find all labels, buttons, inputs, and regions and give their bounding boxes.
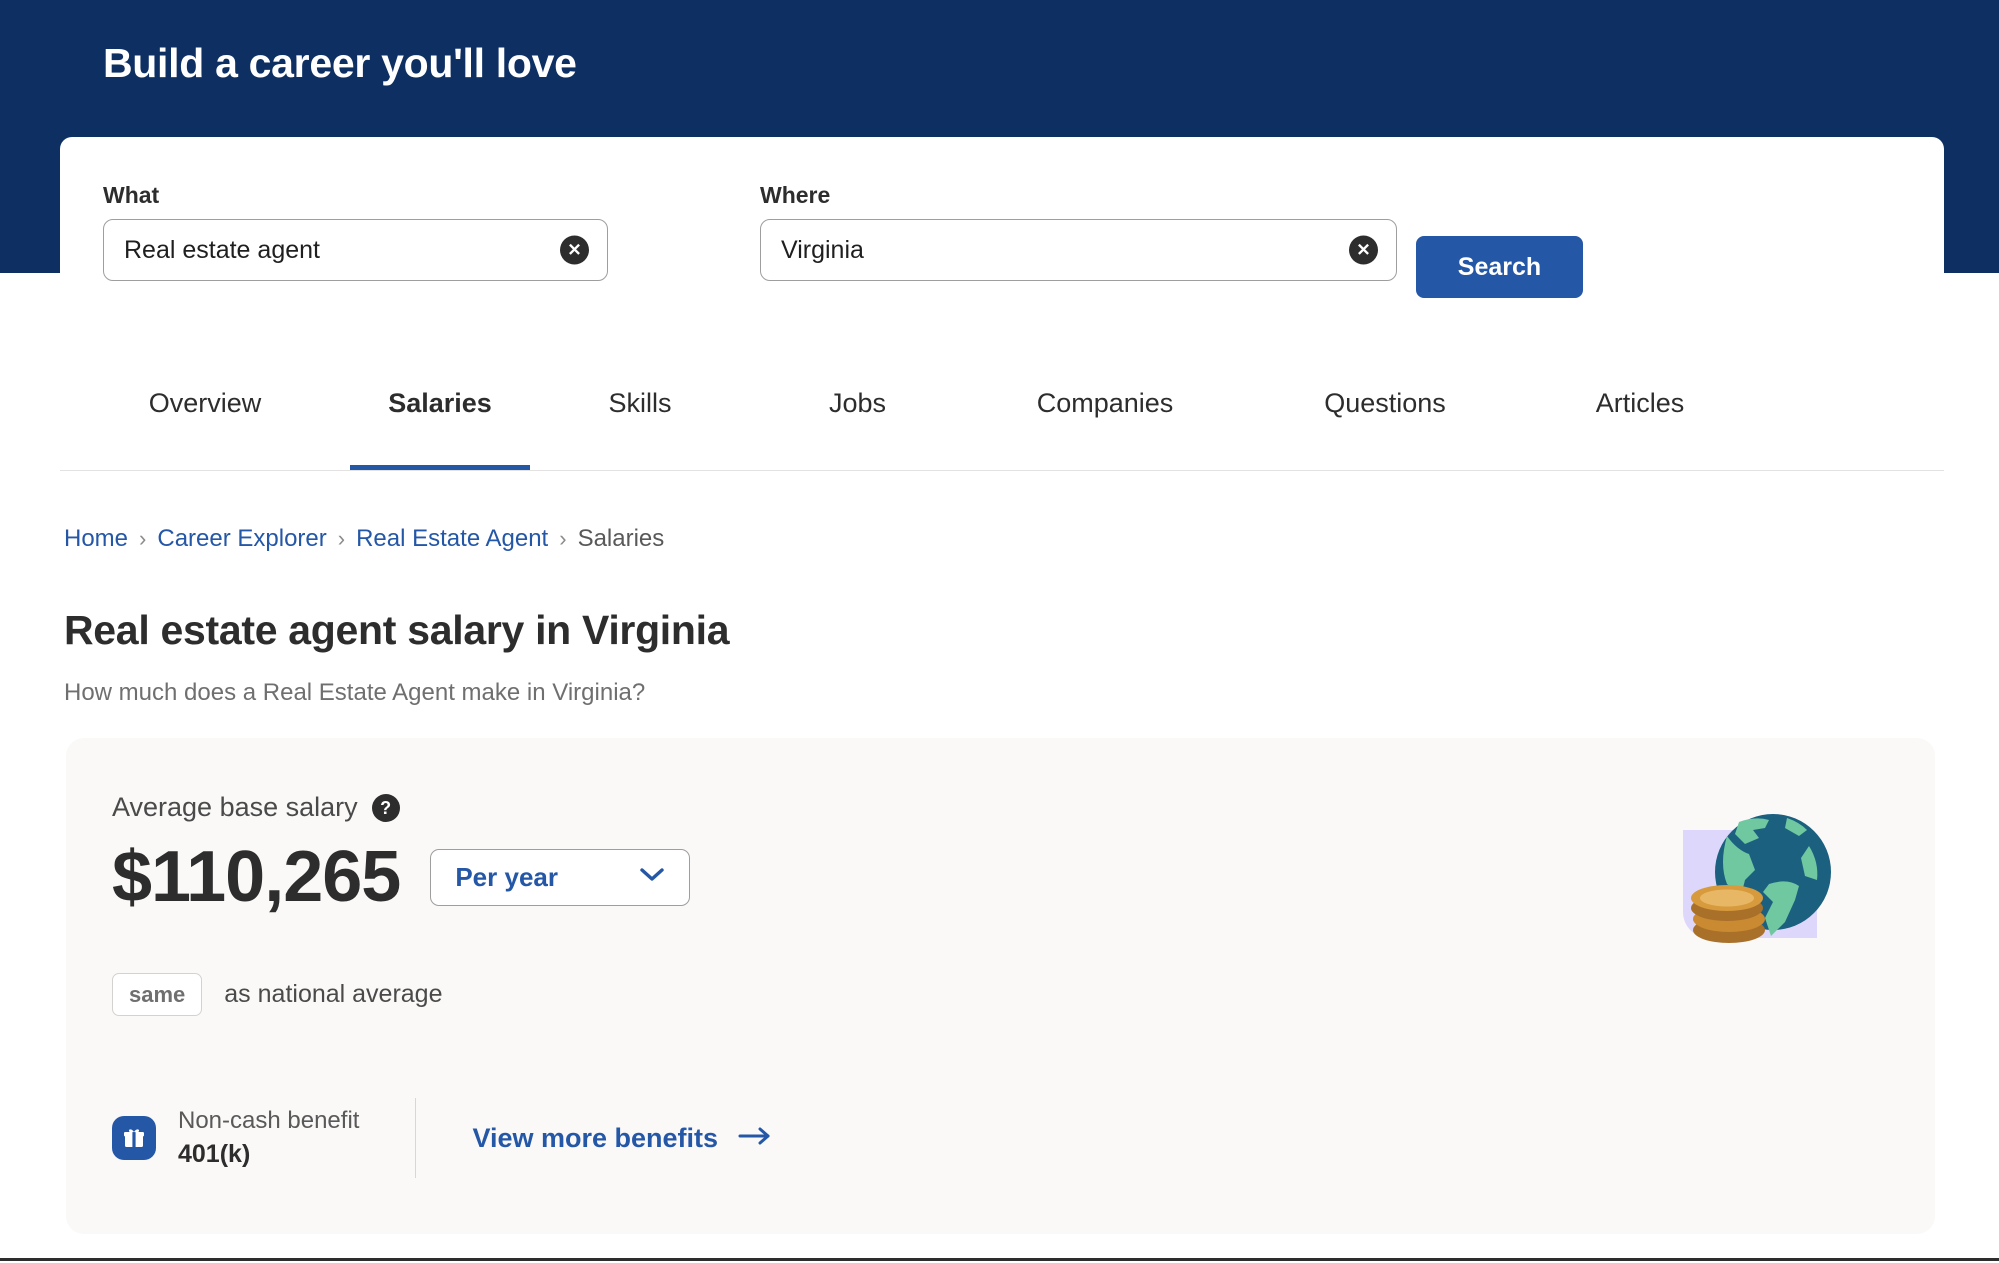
page-title: Real estate agent salary in Virginia: [64, 607, 730, 653]
what-input[interactable]: Real estate agent ✕: [103, 219, 608, 281]
salary-amount: $110,265: [112, 837, 401, 917]
tab-list: Overview Salaries Skills Jobs Companies Quest…: [60, 337, 1944, 470]
average-salary-label: Average base salary: [112, 792, 358, 822]
page-root: Build a career you'll love What Real est…: [0, 0, 1999, 1263]
period-dropdown-label: Per year: [455, 862, 558, 893]
breadcrumb: Home › Career Explorer › Real Estate Agent › S…: [64, 525, 664, 553]
average-salary-card: Average base salary ? $110,265 Per year …: [66, 738, 1935, 1234]
where-label: Where: [760, 182, 831, 208]
breadcrumb-separator: ›: [559, 526, 567, 551]
clear-where-icon[interactable]: ✕: [1349, 235, 1378, 265]
breadcrumb-item-salaries: Salaries: [577, 525, 665, 552]
tab-label: Articles: [1595, 387, 1685, 418]
comparison-row: same as national average: [112, 973, 443, 1017]
clear-what-icon[interactable]: ✕: [560, 235, 589, 265]
tab-label: Questions: [1324, 387, 1446, 418]
tab-questions[interactable]: Questions: [1245, 337, 1525, 437]
gift-icon: [112, 1116, 156, 1160]
tab-bar: Overview Salaries Skills Jobs Companies Quest…: [60, 337, 1944, 471]
benefit-texts: Non-cash benefit 401(k): [178, 1107, 359, 1169]
page-subtitle: How much does a Real Estate Agent make i…: [64, 679, 646, 706]
tab-label: Skills: [608, 387, 672, 418]
benefit-label: Non-cash benefit: [178, 1106, 360, 1134]
tab-jobs[interactable]: Jobs: [750, 337, 965, 437]
tab-label: Companies: [1036, 387, 1174, 418]
where-field-block: Where Virginia ✕: [760, 182, 1397, 281]
bottom-rule: [0, 1258, 1999, 1261]
period-dropdown[interactable]: Per year: [430, 849, 691, 907]
tab-label: Jobs: [828, 387, 887, 418]
what-label: What: [103, 182, 160, 208]
view-more-benefits-label: View more benefits: [472, 1122, 719, 1153]
breadcrumb-separator: ›: [337, 526, 346, 551]
breadcrumb-separator: ›: [139, 526, 147, 551]
tab-overview[interactable]: Overview: [60, 337, 350, 437]
what-field-block: What Real estate agent ✕: [103, 182, 608, 281]
hero-title: Build a career you'll love: [103, 40, 577, 86]
comparison-text: as national average: [224, 980, 443, 1009]
what-input-value: Real estate agent: [124, 237, 320, 263]
globe-and-coins-illustration: [1669, 788, 1859, 958]
search-button[interactable]: Search: [1416, 236, 1583, 298]
view-more-benefits-link[interactable]: View more benefits: [472, 1123, 772, 1154]
benefit-value: 401(k): [178, 1140, 251, 1169]
where-input-value: Virginia: [781, 237, 864, 263]
benefit-row: Non-cash benefit 401(k) View more benefi…: [112, 1098, 772, 1178]
amount-row: $110,265 Per year: [112, 837, 691, 917]
tab-companies[interactable]: Companies: [965, 337, 1245, 437]
breadcrumb-item-real-estate-agent[interactable]: Real Estate Agent: [356, 525, 548, 553]
tab-salaries[interactable]: Salaries: [350, 337, 530, 470]
help-icon[interactable]: ?: [371, 793, 400, 822]
divider: [415, 1098, 417, 1178]
breadcrumb-item-career-explorer[interactable]: Career Explorer: [157, 525, 326, 553]
tab-label: Salaries: [388, 387, 492, 418]
breadcrumb-item-home[interactable]: Home: [64, 525, 128, 553]
average-salary-label-row: Average base salary ?: [112, 792, 400, 823]
where-input[interactable]: Virginia ✕: [760, 219, 1397, 281]
arrow-right-icon: [738, 1125, 772, 1152]
tab-skills[interactable]: Skills: [530, 337, 750, 437]
status-badge: same: [112, 973, 203, 1017]
tab-label: Overview: [148, 387, 262, 418]
tab-active-underline: [350, 465, 530, 470]
chevron-down-icon: [639, 867, 665, 888]
tab-articles[interactable]: Articles: [1525, 337, 1755, 437]
